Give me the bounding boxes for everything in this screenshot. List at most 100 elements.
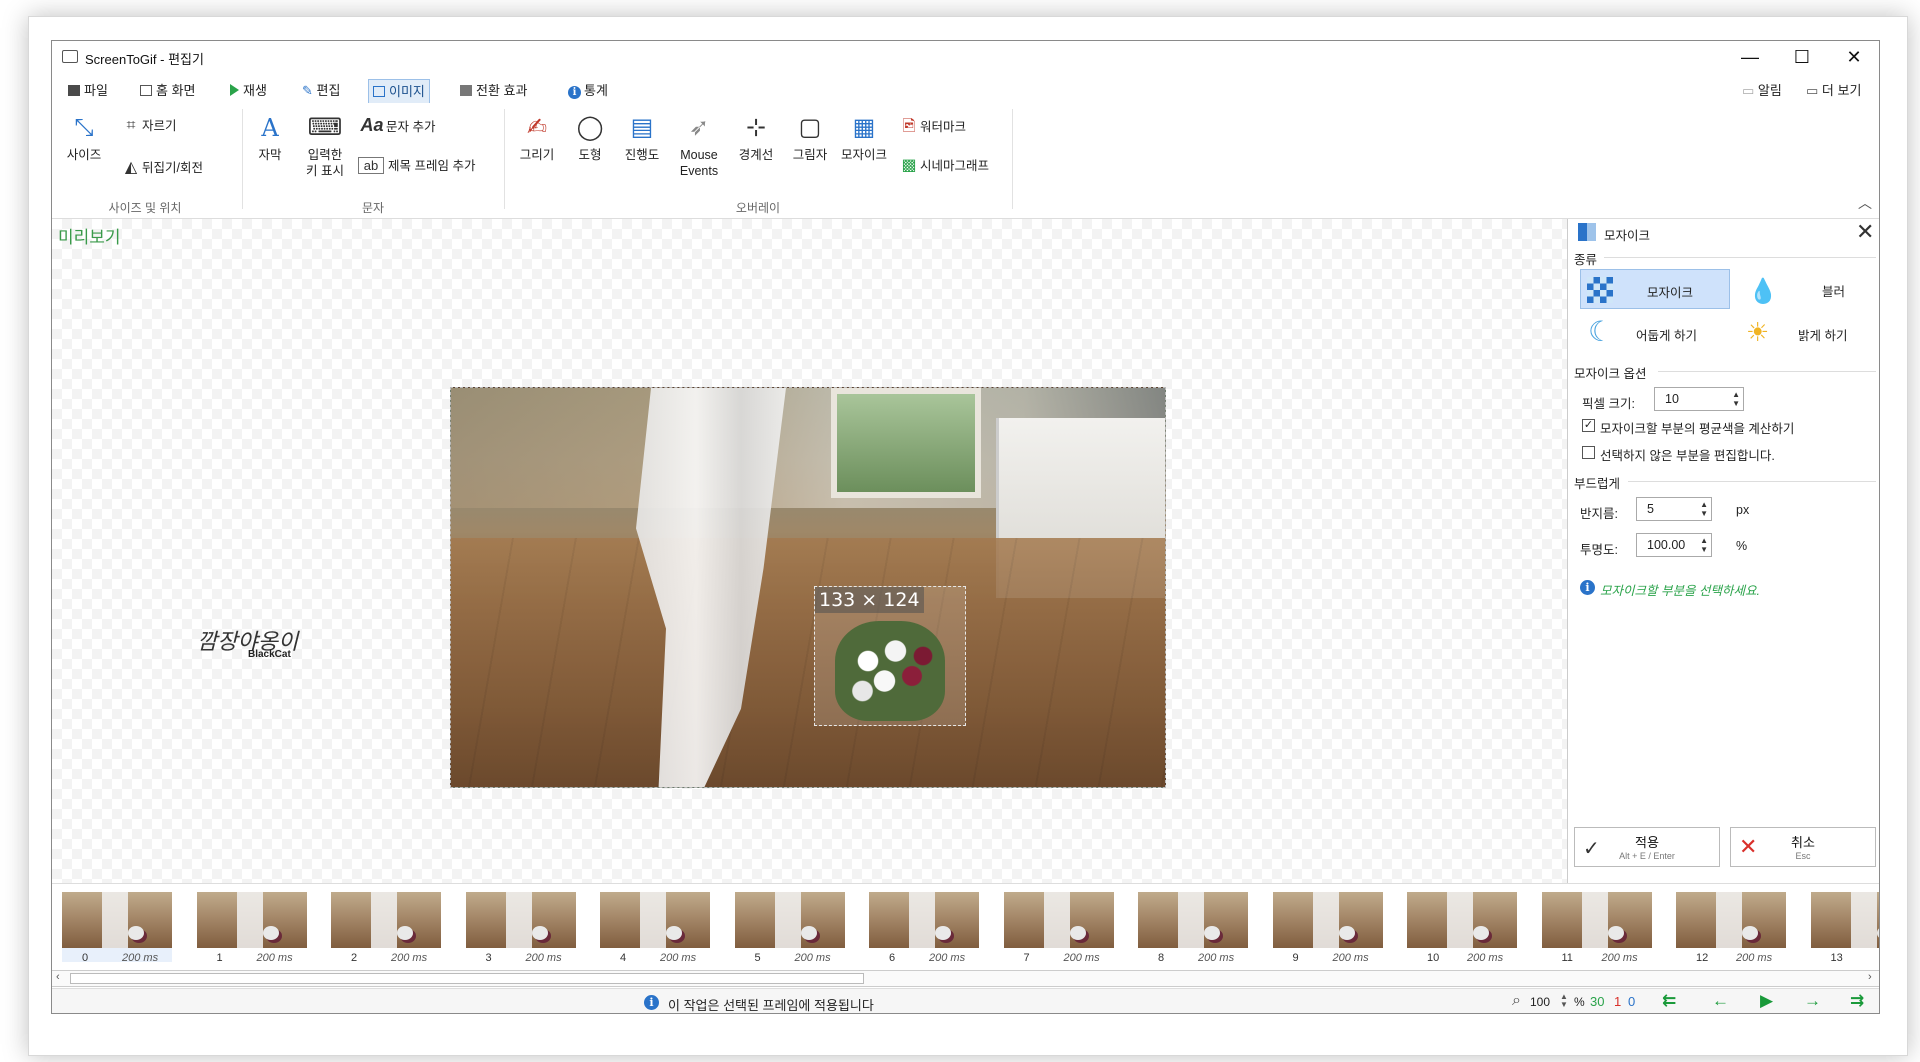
shadow-button[interactable]: ▢ 그림자 — [786, 113, 834, 163]
mosaic-option-label: 모자이크 — [1647, 286, 1694, 300]
more-button[interactable]: ▭ 더 보기 — [1802, 79, 1865, 103]
previous-frame-icon[interactable]: ← — [1712, 991, 1729, 1011]
pixel-size-value: 10 — [1665, 392, 1679, 406]
mouse-events-button[interactable]: ➶ Mouse Events — [672, 113, 726, 179]
minimize-button[interactable]: — — [1724, 41, 1776, 73]
preview-title: 미리보기 — [58, 228, 121, 247]
resize-button[interactable]: ⤡ 사이즈 — [58, 113, 110, 163]
panel-close-icon[interactable]: ✕ — [1856, 219, 1874, 245]
caption-button[interactable]: A 자막 — [248, 113, 292, 163]
tab-label: 통계 — [584, 83, 608, 98]
scroll-thumb[interactable] — [70, 973, 864, 984]
divider — [1604, 257, 1876, 258]
notifications-button[interactable]: ▭ 알림 — [1738, 79, 1786, 103]
type-mosaic-option[interactable]: 모자이크 — [1580, 269, 1730, 309]
cinemagraph-label: 시네마그래프 — [920, 159, 990, 173]
selection-box[interactable]: 133 × 124 — [814, 586, 966, 726]
frame-number: 1 — [216, 952, 223, 964]
tab-edit[interactable]: ✎ 편집 — [298, 79, 344, 103]
add-text-button[interactable]: Aa 문자 추가 — [358, 115, 435, 136]
frame-thumbnail[interactable]: 9 200 ms — [1272, 892, 1383, 964]
scroll-right-icon[interactable]: › — [1868, 971, 1872, 983]
frame-image[interactable]: 133 × 124 — [450, 387, 1166, 788]
frame-strip-scrollbar[interactable]: ‹ › — [52, 970, 1879, 987]
pixel-size-label: 픽셀 크기: — [1582, 397, 1635, 411]
type-lighten-option[interactable]: ☀ 밝게 하기 — [1736, 313, 1876, 353]
zoom-unit: % — [1574, 995, 1585, 1009]
tab-image[interactable]: 이미지 — [368, 79, 430, 103]
zoom-value[interactable]: 100 — [1530, 995, 1550, 1009]
progress-button[interactable]: ▤ 진행도 — [616, 113, 668, 163]
last-frame-icon[interactable]: ⇉ — [1850, 991, 1864, 1011]
radius-spinner[interactable]: 5 ▲ ▼ — [1636, 497, 1712, 521]
separator — [504, 109, 505, 209]
frame-thumbnail[interactable]: 7 200 ms — [1003, 892, 1114, 964]
caption-label: 자막 — [258, 148, 282, 162]
separator — [1012, 109, 1013, 209]
play-icon[interactable]: ▶ — [1760, 991, 1773, 1011]
edit-unselected-checkbox[interactable] — [1582, 446, 1595, 459]
frame-number: 2 — [351, 952, 358, 964]
frame-thumbnail[interactable]: 6 200 ms — [869, 892, 979, 964]
type-blur-option[interactable]: 💧 블러 — [1736, 269, 1876, 309]
tab-play[interactable]: 재생 — [226, 79, 271, 103]
zoom-spin-icon[interactable]: ▲ ▼ — [1560, 993, 1568, 1009]
frame-thumbnail[interactable]: 0 200 ms — [62, 892, 172, 964]
maximize-button[interactable]: ☐ — [1776, 41, 1828, 73]
spin-arrows-icon[interactable]: ▲ ▼ — [1700, 500, 1708, 518]
type-darken-option[interactable]: ☾ 어둡게 하기 — [1580, 313, 1730, 353]
frame-thumbnail[interactable]: 8 200 ms — [1138, 892, 1248, 964]
avg-color-checkbox[interactable]: ✓ — [1582, 419, 1595, 432]
flip-rotate-button[interactable]: ◭ 뒤집기/회전 — [120, 157, 203, 177]
cinemagraph-button[interactable]: ▩ 시네마그래프 — [898, 155, 989, 175]
frame-thumbnail[interactable]: 4 200 ms — [600, 892, 710, 964]
add-text-label: 문자 추가 — [386, 120, 436, 134]
frame-thumbnail[interactable]: 11 200 ms — [1541, 892, 1652, 964]
next-frame-icon[interactable]: → — [1804, 991, 1821, 1011]
crop-button[interactable]: ⌗ 자르기 — [120, 115, 177, 135]
frame-delay: 200 ms — [1063, 952, 1100, 964]
cancel-button[interactable]: ✕ 취소 Esc — [1730, 827, 1876, 867]
frame-thumbnail[interactable]: 12 200 ms — [1676, 892, 1786, 964]
selection-hint: 모자이크할 부분을 선택하세요. — [1600, 584, 1760, 598]
frame-thumbnail[interactable]: 13 — [1810, 892, 1879, 964]
scroll-left-icon[interactable]: ‹ — [56, 971, 60, 983]
frame-thumbnail[interactable]: 3 200 ms — [465, 892, 576, 964]
first-frame-icon[interactable]: ⇇ — [1662, 991, 1676, 1011]
zoom-icon: ⌕ — [1512, 992, 1521, 1009]
apply-button[interactable]: ✓ 적용 Alt + E / Enter — [1574, 827, 1720, 867]
draw-button[interactable]: ✍ 그리기 — [512, 113, 562, 163]
frame-number: 8 — [1158, 952, 1165, 964]
shadow-label: 그림자 — [792, 148, 828, 162]
watermark-icon: 🖻 — [902, 118, 916, 135]
crop-icon: ⌗ — [126, 117, 136, 134]
spin-arrows-icon[interactable]: ▲ ▼ — [1732, 390, 1740, 408]
frame-number: 4 — [620, 952, 627, 964]
frame-thumbnail[interactable]: 2 200 ms — [331, 892, 441, 964]
frame-thumbnail[interactable]: 5 200 ms — [734, 892, 845, 964]
opacity-spinner[interactable]: 100.00 ▲ ▼ — [1636, 533, 1712, 557]
frame-thumbnail[interactable]: 1 200 ms — [196, 892, 307, 964]
tab-statistics[interactable]: i 통계 — [564, 79, 612, 103]
mouse-label-2: Events — [679, 164, 719, 178]
tab-home[interactable]: 홈 화면 — [136, 79, 200, 103]
title-frame-icon: ab — [358, 157, 384, 174]
title-frame-button[interactable]: ab 제목 프레임 추가 — [358, 155, 475, 174]
frame-delay: 200 ms — [122, 952, 159, 964]
pixel-size-spinner[interactable]: 10 ▲ ▼ — [1654, 387, 1744, 411]
mosaic-ribbon-button[interactable]: ▦ 모자이크 — [836, 113, 892, 163]
tab-file[interactable]: 파일 — [64, 79, 112, 103]
text-icon: Aa — [360, 115, 384, 135]
crop-label: 자르기 — [142, 119, 177, 133]
tab-transition[interactable]: 전환 효과 — [456, 79, 531, 103]
key-strokes-button[interactable]: ⌨ 입력한 키 표시 — [300, 113, 350, 179]
current-frame: 0 — [1628, 994, 1636, 1009]
close-button[interactable]: ✕ — [1828, 41, 1879, 73]
spin-arrows-icon[interactable]: ▲ ▼ — [1700, 536, 1708, 554]
collapse-ribbon-icon[interactable]: ︿ — [1858, 193, 1872, 213]
image-floor — [451, 538, 1165, 787]
border-button[interactable]: ⊹ 경계선 — [732, 113, 780, 163]
frame-thumbnail[interactable]: 10 200 ms — [1407, 892, 1517, 964]
watermark-button[interactable]: 🖻 워터마크 — [898, 115, 966, 142]
shape-button[interactable]: ◯ 도형 — [568, 113, 612, 163]
